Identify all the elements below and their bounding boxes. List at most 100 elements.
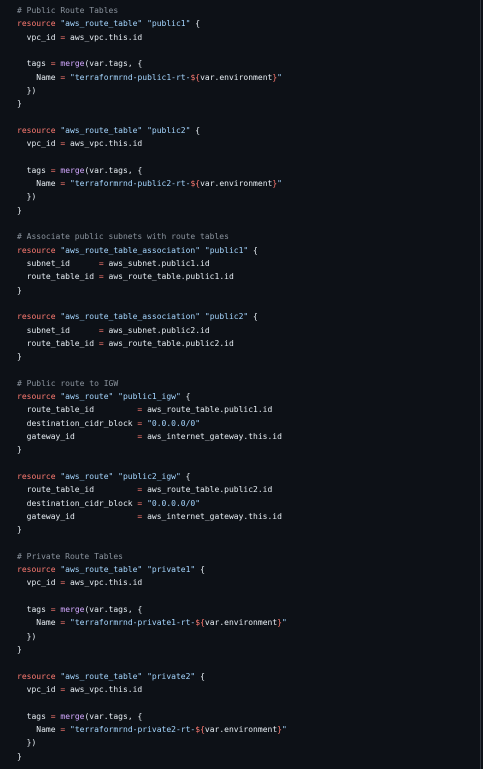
- code-function: merge: [60, 59, 85, 69]
- code-string: "aws_route_table_association": [60, 245, 201, 255]
- code-text: Name: [17, 618, 61, 628]
- code-text: route_table_id: [17, 272, 99, 282]
- code-text: }): [17, 738, 37, 748]
- code-text: (var.tags, {: [84, 711, 143, 721]
- code-line: }): [17, 736, 287, 749]
- code-string: "public2": [204, 312, 249, 322]
- code-line: vpc_id = aws_vpc.this.id: [17, 137, 287, 150]
- code-text: aws_vpc.this.id: [65, 684, 143, 694]
- code-function: merge: [60, 711, 85, 721]
- code-text: }: [17, 99, 22, 109]
- code-line: }): [17, 84, 287, 97]
- code-keyword: resource: [17, 392, 56, 402]
- code-line: destination_cidr_block = "0.0.0.0/0": [17, 497, 287, 510]
- code-comment: # Public Route Tables: [17, 6, 119, 15]
- code-string: "public1": [204, 245, 249, 255]
- code-string: "aws_route_table": [60, 671, 143, 681]
- code-line: gateway_id = aws_internet_gateway.this.i…: [17, 430, 287, 443]
- code-string: "aws_route_table": [60, 125, 143, 135]
- code-comment: # Public route to IGW: [17, 378, 119, 388]
- code-text: }: [17, 525, 22, 535]
- code-text: vpc_id: [17, 139, 61, 149]
- code-string: ": [277, 179, 282, 189]
- code-text: aws_internet_gateway.this.id: [142, 511, 282, 521]
- code-line: # Associate public subnets with route ta…: [17, 230, 287, 243]
- code-string: "terraformrnd-private1-rt-: [70, 618, 196, 628]
- code-string: "public2_igw": [118, 471, 181, 481]
- code-text: {: [248, 312, 258, 322]
- code-line: resource "aws_route_table" "private1" {: [17, 563, 287, 576]
- code-text: }: [17, 645, 22, 654]
- code-text: var.environment: [200, 72, 273, 82]
- code-comment: # Private Route Tables: [17, 551, 123, 561]
- code-string: "0.0.0.0/0": [147, 418, 201, 428]
- code-line: resource "aws_route" "public1_igw" {: [17, 390, 287, 403]
- code-line: }: [17, 750, 287, 763]
- code-line: }): [17, 630, 287, 643]
- code-text: {: [195, 671, 205, 681]
- code-text: subnet_id: [17, 258, 99, 268]
- code-string: "private2": [147, 671, 196, 681]
- code-text: (var.tags, {: [84, 165, 143, 175]
- code-text: Name: [17, 179, 61, 189]
- code-string: ": [281, 724, 287, 734]
- code-string: "public1": [147, 19, 191, 29]
- code-text: {: [195, 565, 205, 575]
- code-string: "aws_route": [60, 392, 114, 402]
- code-text: (var.tags, {: [84, 605, 143, 615]
- code-line: # Public Route Tables: [17, 4, 287, 17]
- code-text: aws_vpc.this.id: [65, 578, 143, 588]
- code-line: resource "aws_route_table" "private2" {: [17, 670, 287, 683]
- code-line: # Private Route Tables: [17, 550, 287, 563]
- code-text: aws_vpc.this.id: [65, 32, 143, 42]
- code-block[interactable]: # Public Route Tables resource "aws_route…: [17, 4, 287, 763]
- code-keyword: resource: [17, 671, 56, 681]
- code-text: vpc_id: [17, 578, 61, 588]
- code-line: resource "aws_route_table" "public2" {: [17, 124, 287, 137]
- code-line: resource "aws_route_table_association" "…: [17, 244, 287, 257]
- code-line: }: [17, 284, 287, 297]
- code-string: "public2": [147, 125, 191, 135]
- code-line: Name = "terraformrnd-public1-rt-${var.en…: [17, 71, 287, 84]
- code-line: route_table_id = aws_route_table.public2…: [17, 483, 287, 496]
- code-text: route_table_id: [17, 338, 99, 348]
- code-text: aws_route_table.public1.id: [142, 405, 273, 415]
- code-string: "aws_route_table": [60, 19, 143, 29]
- code-text: aws_route_table.public2.id: [142, 485, 273, 495]
- code-text: destination_cidr_block: [17, 498, 138, 508]
- code-line: resource "aws_route_table_association" "…: [17, 310, 287, 323]
- code-line: Name = "terraformrnd-public2-rt-${var.en…: [17, 177, 287, 190]
- code-line: resource "aws_route_table" "public1" {: [17, 17, 287, 30]
- code-text: }: [17, 205, 22, 215]
- code-string: "aws_route_table_association": [60, 312, 201, 322]
- code-line: }: [17, 204, 287, 217]
- code-text: }): [17, 631, 37, 641]
- code-keyword: resource: [17, 471, 56, 481]
- code-text: {: [248, 245, 258, 255]
- code-keyword: resource: [17, 565, 56, 575]
- code-text: {: [180, 392, 191, 402]
- code-text: tags: [17, 711, 51, 721]
- code-operator: ${: [190, 179, 201, 189]
- code-line: tags = merge(var.tags, {: [17, 603, 287, 616]
- code-string: "public1_igw": [118, 392, 181, 402]
- code-line: vpc_id = aws_vpc.this.id: [17, 683, 287, 696]
- code-text: vpc_id: [17, 32, 61, 42]
- code-comment: # Associate public subnets with route ta…: [17, 232, 229, 242]
- code-line: Name = "terraformrnd-private1-rt-${var.e…: [17, 616, 287, 629]
- code-string: "terraformrnd-public2-rt-: [70, 179, 191, 189]
- code-text: Name: [17, 724, 61, 734]
- code-text: aws_route_table.public1.id: [103, 272, 234, 282]
- code-text: Name: [17, 72, 61, 82]
- code-text: var.environment: [204, 724, 278, 734]
- code-panel[interactable]: # Public Route Tables resource "aws_route…: [0, 0, 481, 769]
- code-text: var.environment: [204, 618, 278, 628]
